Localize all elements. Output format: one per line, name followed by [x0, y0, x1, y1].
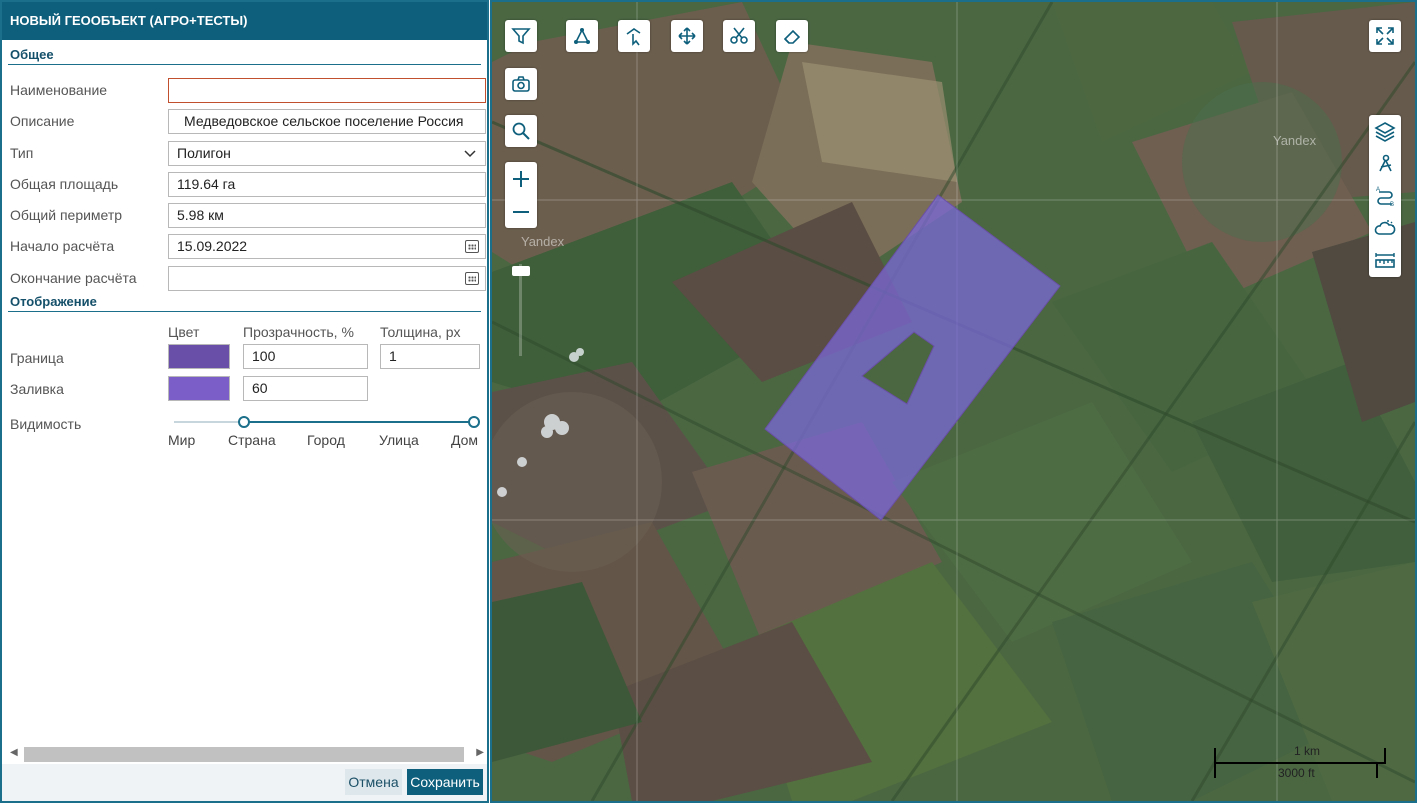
edit-vertex-button[interactable] [618, 20, 650, 52]
map-watermark: Yandex [521, 234, 565, 249]
map-watermark: Yandex [1273, 133, 1317, 148]
name-input[interactable] [168, 78, 486, 103]
scrollbar-thumb[interactable] [24, 747, 464, 762]
search-icon [512, 122, 530, 140]
app-root: НОВЫЙ ГЕООБЪЕКТ (АГРО+ТЕСТЫ) Общее Наиме… [0, 0, 1417, 803]
fullscreen-button[interactable] [1369, 20, 1401, 52]
svg-text:A: A [1376, 187, 1380, 193]
draw-polygon-button[interactable] [566, 20, 598, 52]
zoom-slider-handle[interactable] [512, 266, 530, 276]
start-date-value: 15.09.2022 [177, 238, 248, 254]
panel-title: НОВЫЙ ГЕООБЪЕКТ (АГРО+ТЕСТЫ) [2, 2, 487, 40]
type-label: Тип [10, 145, 34, 161]
scale-tick [1214, 748, 1216, 778]
geoobject-panel: НОВЫЙ ГЕООБЪЕКТ (АГРО+ТЕСТЫ) Общее Наиме… [0, 0, 489, 803]
fill-label: Заливка [10, 381, 64, 397]
move-icon [678, 27, 696, 45]
path-ab-button[interactable]: AB [1369, 180, 1401, 212]
type-select-value: Полигон [177, 145, 231, 161]
area-input[interactable]: 119.64 га [168, 172, 486, 197]
border-thickness-input[interactable]: 1 [380, 344, 480, 369]
cancel-button[interactable]: Отмена [345, 769, 402, 795]
end-date-input[interactable] [168, 266, 486, 291]
type-select[interactable]: Полигон [168, 141, 486, 166]
border-color-swatch[interactable] [168, 344, 230, 369]
scale-km-label: 1 km [1294, 744, 1321, 758]
visibility-tick: Страна [228, 432, 276, 448]
panel-footer: Отмена Сохранить [2, 764, 487, 801]
filter-button[interactable] [505, 20, 537, 52]
visibility-tick: Дом [451, 432, 479, 448]
area-label: Общая площадь [10, 176, 119, 192]
move-button[interactable] [671, 20, 703, 52]
col-color-header: Цвет [168, 324, 200, 340]
zoom-out-button[interactable] [505, 195, 537, 228]
scroll-right-icon[interactable]: ▶ [476, 747, 484, 758]
scale-bar [1214, 762, 1386, 764]
visibility-slider-range [244, 421, 474, 423]
section-display: Отображение [8, 294, 481, 312]
zoom-out-icon [513, 210, 529, 213]
border-opacity-input[interactable]: 100 [243, 344, 368, 369]
perimeter-input[interactable]: 5.98 км [168, 203, 486, 228]
fullscreen-icon [1376, 27, 1394, 45]
ruler-icon [1375, 253, 1395, 268]
right-toolbar: AB [1369, 115, 1401, 277]
filter-icon [511, 28, 531, 45]
draw-polygon-icon [574, 28, 590, 44]
route-button[interactable] [1369, 148, 1401, 180]
scale-tick [1384, 748, 1386, 764]
edit-vertex-icon [626, 28, 641, 46]
border-label: Граница [10, 350, 64, 366]
zoom-in-button[interactable] [505, 162, 537, 195]
scale-ft-label: 3000 ft [1278, 766, 1315, 780]
path-a-b-icon: AB [1376, 187, 1394, 207]
visibility-slider-max-handle[interactable] [468, 416, 480, 428]
layers-button[interactable] [1369, 115, 1401, 147]
route-icon [1379, 154, 1392, 172]
zoom-control [505, 162, 537, 228]
description-label: Описание [10, 113, 75, 129]
map-scale: 1 km 3000 ft [1214, 744, 1386, 780]
satellite-imagery [492, 2, 1415, 801]
section-general: Общее [8, 47, 481, 65]
chevron-down-icon [464, 150, 476, 158]
perimeter-label: Общий периметр [10, 207, 123, 223]
end-date-label: Окончание расчёта [10, 270, 137, 286]
save-button[interactable]: Сохранить [407, 769, 483, 795]
start-date-label: Начало расчёта [10, 238, 115, 254]
erase-button[interactable] [776, 20, 808, 52]
search-button[interactable] [505, 115, 537, 147]
fill-opacity-input[interactable]: 60 [243, 376, 368, 401]
calendar-icon[interactable] [465, 240, 479, 253]
screenshot-button[interactable] [505, 68, 537, 100]
layers-icon [1374, 122, 1396, 142]
weather-button[interactable] [1369, 212, 1401, 244]
scale-tick [1376, 762, 1378, 778]
weather-icon [1374, 220, 1396, 235]
visibility-tick: Город [307, 432, 345, 448]
cut-button[interactable] [723, 20, 755, 52]
svg-text:B: B [1390, 202, 1394, 207]
scroll-left-icon[interactable]: ◀ [10, 747, 18, 758]
scissors-icon [730, 27, 748, 44]
visibility-slider-min-handle[interactable] [238, 416, 250, 428]
horizontal-scrollbar[interactable]: ◀ ▶ [10, 746, 484, 763]
zoom-in-icon [513, 170, 529, 187]
visibility-tick: Мир [168, 432, 196, 448]
fill-color-swatch[interactable] [168, 376, 230, 401]
visibility-tick: Улица [379, 432, 419, 448]
calendar-icon[interactable] [465, 272, 479, 285]
col-opacity-header: Прозрачность, % [243, 324, 354, 340]
name-label: Наименование [10, 82, 108, 98]
ruler-button[interactable] [1369, 244, 1401, 276]
camera-icon [512, 76, 530, 92]
col-thickness-header: Толщина, px [380, 324, 461, 340]
map-view[interactable]: Yandex Yandex A B 1 km 3000 ft [490, 0, 1417, 803]
visibility-label: Видимость [10, 416, 82, 432]
zoom-slider-track[interactable] [519, 264, 522, 356]
eraser-icon [783, 29, 801, 44]
start-date-input[interactable]: 15.09.2022 [168, 234, 486, 259]
description-input[interactable]: Медведовское сельское поселение Россия [168, 109, 486, 134]
